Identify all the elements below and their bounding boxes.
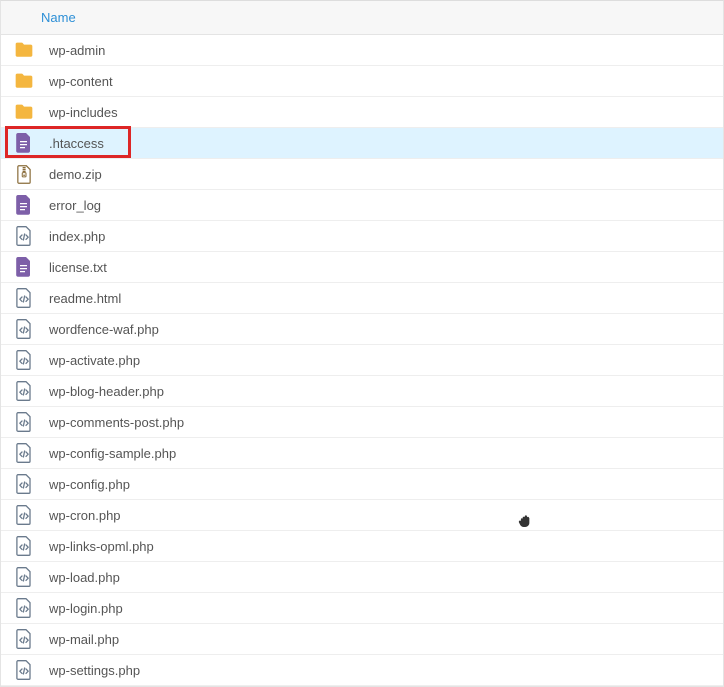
code-file-icon xyxy=(11,660,37,680)
file-name-label: wp-blog-header.php xyxy=(49,384,164,399)
file-row[interactable]: wp-login.php xyxy=(1,593,723,624)
file-name-label: wp-links-opml.php xyxy=(49,539,154,554)
file-name-label: wordfence-waf.php xyxy=(49,322,159,337)
file-row[interactable]: readme.html xyxy=(1,283,723,314)
file-row[interactable]: wp-mail.php xyxy=(1,624,723,655)
file-row[interactable]: wp-admin xyxy=(1,35,723,66)
code-file-icon xyxy=(11,598,37,618)
file-row[interactable]: .htaccess xyxy=(1,128,723,159)
text-file-icon xyxy=(11,195,37,215)
file-row[interactable]: wp-config.php xyxy=(1,469,723,500)
file-name-label: wp-includes xyxy=(49,105,118,120)
file-row[interactable]: error_log xyxy=(1,190,723,221)
code-file-icon xyxy=(11,474,37,494)
code-file-icon xyxy=(11,443,37,463)
file-row[interactable]: wp-load.php xyxy=(1,562,723,593)
file-name-label: index.php xyxy=(49,229,105,244)
archive-icon xyxy=(11,165,37,184)
code-file-icon xyxy=(11,288,37,308)
file-name-label: wp-mail.php xyxy=(49,632,119,647)
code-file-icon xyxy=(11,319,37,339)
file-name-label: wp-load.php xyxy=(49,570,120,585)
file-name-label: wp-comments-post.php xyxy=(49,415,184,430)
code-file-icon xyxy=(11,226,37,246)
code-file-icon xyxy=(11,412,37,432)
file-row[interactable]: wordfence-waf.php xyxy=(1,314,723,345)
file-row[interactable]: index.php xyxy=(1,221,723,252)
file-name-label: wp-activate.php xyxy=(49,353,140,368)
file-row[interactable]: wp-links-opml.php xyxy=(1,531,723,562)
folder-icon xyxy=(11,103,37,121)
code-file-icon xyxy=(11,505,37,525)
file-list: Name wp-admin wp-content wp-includes .htacc… xyxy=(0,0,724,687)
code-file-icon xyxy=(11,536,37,556)
code-file-icon xyxy=(11,629,37,649)
file-name-label: wp-settings.php xyxy=(49,663,140,678)
text-file-icon xyxy=(11,133,37,153)
file-row[interactable]: demo.zip xyxy=(1,159,723,190)
file-name-label: wp-content xyxy=(49,74,113,89)
file-name-label: .htaccess xyxy=(49,136,104,151)
file-name-label: wp-admin xyxy=(49,43,105,58)
file-name-label: wp-config-sample.php xyxy=(49,446,176,461)
text-file-icon xyxy=(11,257,37,277)
code-file-icon xyxy=(11,381,37,401)
file-row[interactable]: wp-includes xyxy=(1,97,723,128)
column-header-row: Name xyxy=(1,1,723,35)
file-name-label: wp-cron.php xyxy=(49,508,121,523)
file-row[interactable]: wp-cron.php xyxy=(1,500,723,531)
file-name-label: wp-login.php xyxy=(49,601,123,616)
file-row[interactable]: wp-config-sample.php xyxy=(1,438,723,469)
file-row[interactable]: wp-settings.php xyxy=(1,655,723,686)
file-row[interactable]: wp-blog-header.php xyxy=(1,376,723,407)
file-name-label: readme.html xyxy=(49,291,121,306)
file-row[interactable]: license.txt xyxy=(1,252,723,283)
file-name-label: error_log xyxy=(49,198,101,213)
folder-icon xyxy=(11,72,37,90)
file-row[interactable]: wp-activate.php xyxy=(1,345,723,376)
code-file-icon xyxy=(11,350,37,370)
column-header-name[interactable]: Name xyxy=(41,10,76,25)
file-name-label: wp-config.php xyxy=(49,477,130,492)
file-row[interactable]: wp-comments-post.php xyxy=(1,407,723,438)
file-name-label: license.txt xyxy=(49,260,107,275)
folder-icon xyxy=(11,41,37,59)
code-file-icon xyxy=(11,567,37,587)
file-name-label: demo.zip xyxy=(49,167,102,182)
file-row[interactable]: wp-content xyxy=(1,66,723,97)
